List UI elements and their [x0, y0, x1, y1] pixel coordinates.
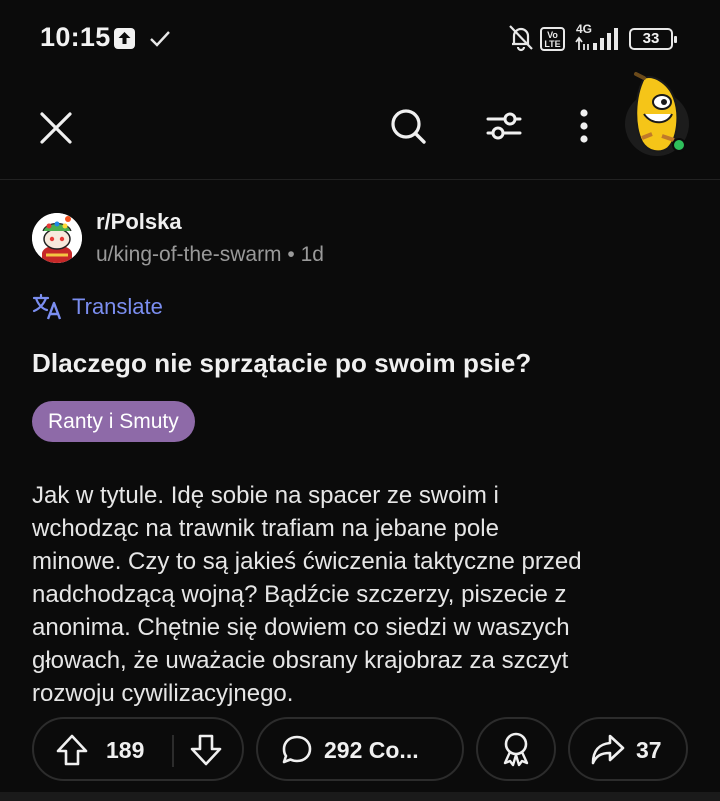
comments-button[interactable]: 292 Co... [256, 717, 464, 781]
upvote-icon [56, 734, 88, 766]
bell-muted-icon [506, 22, 536, 57]
volte-icon: Vo LTE [540, 27, 565, 51]
filter-button[interactable] [478, 100, 530, 152]
post-card: r/Polska u/king-of-the-swarm • 1d Transl… [0, 181, 720, 801]
more-vertical-icon [580, 109, 588, 143]
share-count: 37 [636, 737, 662, 763]
subreddit-name[interactable]: r/Polska [96, 209, 182, 235]
vote-count: 189 [106, 737, 145, 763]
online-status-dot [672, 138, 686, 152]
bottom-strip [0, 792, 720, 801]
award-button[interactable] [476, 717, 556, 781]
status-time: 10:15 [40, 22, 111, 52]
search-button[interactable] [382, 100, 434, 152]
award-icon [503, 732, 529, 767]
share-icon [591, 734, 625, 765]
post-actions: 189 292 Co... 37 [0, 717, 720, 783]
vote-divider [172, 735, 174, 767]
check-icon [148, 26, 172, 55]
share-button[interactable]: 37 [568, 717, 688, 781]
post-flair[interactable]: Ranty i Smuty [32, 401, 195, 442]
author-line[interactable]: u/king-of-the-swarm • 1d [96, 243, 324, 267]
close-icon [40, 112, 72, 144]
comment-count: 292 Co... [324, 737, 419, 763]
downvote-icon [190, 734, 222, 766]
comment-icon [282, 735, 312, 764]
post-toolbar [0, 72, 720, 180]
translate-label: Translate [72, 294, 163, 319]
filter-icon [486, 112, 522, 140]
post-body: Jak w tytule. Idę sobie na spacer ze swo… [32, 482, 582, 707]
upvote-button[interactable] [54, 732, 90, 768]
signal-icon [572, 22, 622, 57]
status-bar: 10:15 Vo LTE 4G 33 [0, 0, 720, 80]
upload-icon [114, 28, 135, 49]
translate-icon [32, 293, 62, 320]
battery-icon: 33 [629, 28, 677, 50]
vote-control: 189 [32, 717, 244, 781]
downvote-button[interactable] [188, 732, 224, 768]
translate-button[interactable]: Translate [32, 293, 163, 321]
close-button[interactable] [30, 102, 82, 154]
more-options-button[interactable] [566, 100, 602, 152]
search-icon [391, 109, 426, 144]
post-title: Dlaczego nie sprzątacie po swoim psie? [32, 348, 532, 378]
subreddit-avatar[interactable] [32, 213, 82, 263]
